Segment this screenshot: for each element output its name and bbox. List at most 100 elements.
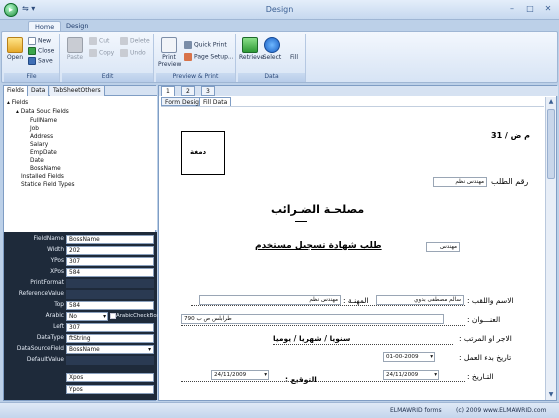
- fields-tree: ▴ Fields ▴ Data Souc Fields FullName Job…: [4, 96, 157, 230]
- prop-arabic-value: No: [69, 314, 77, 320]
- tree-item[interactable]: BossName: [30, 166, 61, 173]
- scrollbar-thumb[interactable]: [547, 109, 555, 179]
- copy-button[interactable]: Copy: [89, 49, 114, 58]
- prop-label: YPos: [50, 258, 64, 264]
- xpos-field[interactable]: Xpos: [66, 373, 154, 382]
- prop-datatype-input[interactable]: ftString: [66, 334, 154, 343]
- tree-item[interactable]: Date: [30, 158, 44, 165]
- prop-printformat-input[interactable]: [66, 279, 154, 288]
- print-preview-button[interactable]: Print Preview: [158, 37, 181, 68]
- prop-defaultvalue-input[interactable]: [66, 356, 154, 365]
- status-product: ELMAWRID forms: [390, 407, 442, 414]
- tree-installed-fields[interactable]: Installed Fields: [21, 174, 64, 181]
- prop-label: DefaultValue: [26, 357, 64, 363]
- delete-button[interactable]: Delete: [120, 37, 150, 46]
- maximize-button[interactable]: □: [523, 3, 537, 15]
- date-field[interactable]: 24/11/2009 ▾: [383, 370, 439, 380]
- prop-label: DataType: [36, 335, 64, 341]
- tree-root[interactable]: ▴ Fields: [7, 100, 28, 107]
- tree-item[interactable]: EmpDate: [30, 150, 57, 157]
- page-setup-icon: [184, 53, 192, 61]
- left-tabs: Fields Data TabSheetOthers: [4, 86, 157, 96]
- window-title: Design: [265, 5, 294, 14]
- save-button[interactable]: Save: [28, 57, 53, 66]
- paste-label: Paste: [66, 54, 84, 61]
- minimize-button[interactable]: –: [505, 3, 519, 15]
- salary-label: الاجر او المرتب :: [459, 334, 512, 343]
- open-button[interactable]: Open: [6, 37, 24, 61]
- tree-root-label: Fields: [11, 100, 29, 106]
- window-controls: – □ ✕: [505, 3, 555, 15]
- print-preview-icon: [161, 37, 177, 53]
- page-setup-button[interactable]: Page Setup...: [184, 53, 234, 62]
- tab-page-3[interactable]: 3: [201, 86, 215, 96]
- scroll-down-icon[interactable]: ▼: [546, 390, 556, 400]
- cut-button[interactable]: Cut: [89, 37, 109, 46]
- tree-item[interactable]: FullName: [30, 118, 57, 125]
- undo-label: Undo: [130, 49, 146, 57]
- tree-data-source[interactable]: ▴ Data Souc Fields: [16, 109, 69, 116]
- status-bar: ELMAWRID forms (c) 2009 www.ELMAWRID.com: [0, 402, 559, 418]
- vertical-scrollbar[interactable]: ▲ ▼: [545, 97, 556, 400]
- request-number-label: رقم الطلب: [491, 177, 529, 186]
- prop-arabic-select[interactable]: No ▾: [66, 312, 108, 321]
- tab-tabsheetothers[interactable]: TabSheetOthers: [50, 86, 105, 96]
- small-value-field[interactable]: مهندس: [426, 242, 460, 252]
- prop-referencevalue-input[interactable]: [66, 290, 154, 299]
- salary-unit: سنويا / شهريا / يوميا: [273, 334, 351, 343]
- prop-datasourcefield-select[interactable]: BossName ▾: [66, 345, 154, 354]
- retrieve-label: Retrieve: [239, 54, 265, 61]
- tab-fill-data[interactable]: Fill Data: [199, 97, 232, 106]
- name-field[interactable]: سالم مصطفى بدوي: [376, 295, 464, 305]
- close-button[interactable]: ✕: [541, 3, 555, 15]
- ie-select-icon: [264, 37, 280, 53]
- request-number-field[interactable]: مهندس نظم: [433, 177, 487, 187]
- tree-item[interactable]: Job: [30, 126, 39, 133]
- scroll-up-icon[interactable]: ▲: [546, 97, 556, 107]
- prop-width-input[interactable]: 202: [66, 246, 154, 255]
- tree-item[interactable]: Salary: [30, 142, 48, 149]
- delete-x-icon: [120, 37, 128, 45]
- start-date-field[interactable]: 01-00-2009 ▾: [383, 352, 435, 362]
- file-group: Open New Close Save File: [4, 34, 60, 82]
- calendar-dropdown-icon: ▾: [434, 372, 437, 378]
- open-label: Open: [6, 54, 24, 61]
- prop-label: Arabic: [45, 313, 64, 319]
- copy-icon: [89, 49, 97, 57]
- close-label: Close: [38, 47, 55, 55]
- prop-top-input[interactable]: 584: [66, 301, 154, 310]
- prop-fieldname-input[interactable]: BossName: [66, 235, 154, 244]
- address-field[interactable]: طرابلس ص ب 790: [181, 314, 444, 324]
- retrieve-button[interactable]: Retrieve: [239, 37, 265, 61]
- prop-label: DataSourceField: [16, 346, 64, 352]
- paste-button[interactable]: Paste: [65, 37, 85, 61]
- fill-button[interactable]: Fill: [285, 54, 303, 61]
- delete-label: Delete: [130, 37, 150, 45]
- signature-date-field[interactable]: 24/11/2009 ▾: [211, 370, 269, 380]
- tree-static-field-types[interactable]: Statice Field Types: [21, 182, 75, 189]
- tab-page-1[interactable]: 1: [161, 86, 175, 96]
- title-bar: ▸ ⇋ ▾ Design – □ ✕: [0, 0, 559, 20]
- new-button[interactable]: New: [28, 37, 51, 46]
- arabic-checkbox[interactable]: ArabicCheckBox: [110, 312, 160, 321]
- quick-print-button[interactable]: Quick Print: [184, 41, 227, 50]
- close-file-button[interactable]: Close: [28, 47, 54, 56]
- edit-group: Paste Cut Copy Delete Undo Edit: [62, 34, 154, 82]
- ypos-field[interactable]: Ypos: [66, 385, 154, 394]
- tab-page-2[interactable]: 2: [181, 86, 195, 96]
- prop-xpos-input[interactable]: 584: [66, 268, 154, 277]
- preview-print-group: Print Preview Quick Print Page Setup... …: [156, 34, 236, 82]
- prop-ypos-input[interactable]: 307: [66, 257, 154, 266]
- start-date-label: تاريخ بدء العمل :: [459, 353, 512, 362]
- file-group-label: File: [4, 73, 59, 82]
- select-button[interactable]: Select: [262, 37, 282, 61]
- tab-data[interactable]: Data: [28, 86, 50, 96]
- undo-button[interactable]: Undo: [120, 49, 146, 58]
- job-field[interactable]: مهندس نظم: [199, 295, 341, 305]
- data-group: Retrieve Select Fill Data: [238, 34, 306, 82]
- stamp-label: دمغة: [190, 148, 207, 156]
- tab-fields[interactable]: Fields: [4, 86, 28, 96]
- prop-left-input[interactable]: 307: [66, 323, 154, 332]
- date-label: التـاريخ :: [467, 372, 494, 381]
- tree-item[interactable]: Address: [30, 134, 53, 141]
